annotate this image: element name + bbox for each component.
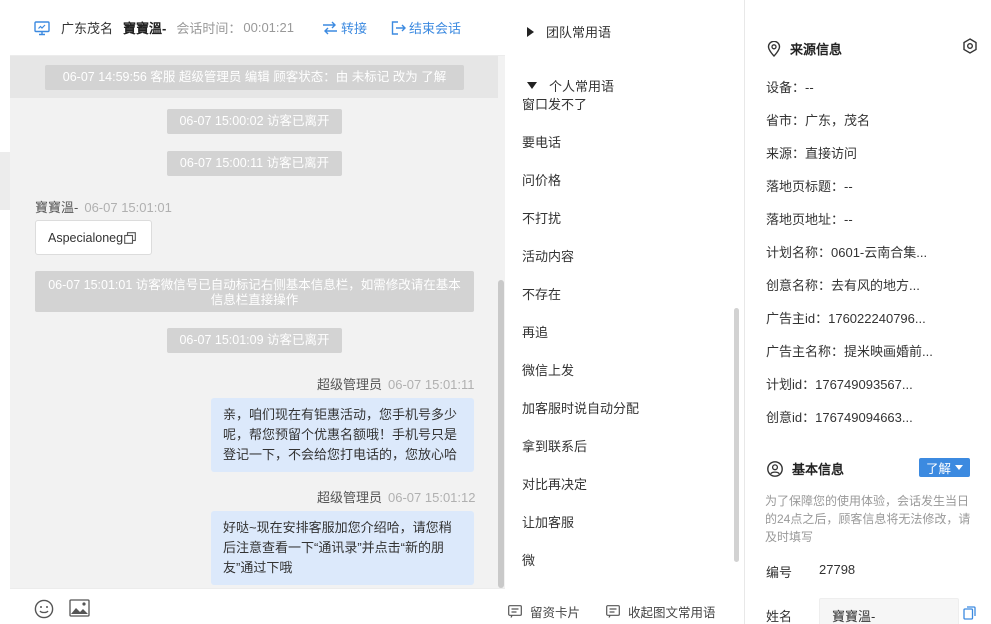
phrase-item[interactable]: 再追 xyxy=(522,322,548,341)
phrase-item[interactable]: 不打扰 xyxy=(522,208,561,227)
card-icon xyxy=(508,605,522,618)
personal-phrases-label: 个人常用语 xyxy=(549,79,615,94)
team-phrases-group[interactable]: 团队常用语 xyxy=(527,22,611,41)
source-field: 广告主名称：提米映画婚前... xyxy=(766,344,933,359)
name-field[interactable]: 寶寶溫- xyxy=(819,598,959,624)
basic-info-title: 基本信息 xyxy=(792,462,845,477)
basic-info-header: 基本信息 xyxy=(767,459,844,478)
copy-icon[interactable] xyxy=(963,606,976,620)
message-time: 06-07 15:01:12 xyxy=(388,490,476,505)
phrase-item[interactable]: 微信上发 xyxy=(522,360,574,379)
quick-phrases-pane: 团队常用语 个人常用语 窗口发不了 要电话 问价格 不打扰 活动内容 不存在 再… xyxy=(506,0,745,624)
system-message: 06-07 15:01:09 访客已离开 xyxy=(167,328,342,353)
phrase-item[interactable]: 对比再决定 xyxy=(522,474,587,493)
phrases-footer: 留资卡片 收起图文常用语 xyxy=(506,596,745,624)
phrase-item[interactable]: 让加客服 xyxy=(522,512,574,531)
gear-icon[interactable] xyxy=(962,38,978,54)
emoji-icon[interactable] xyxy=(34,599,54,619)
card-text: Aspecialoneg xyxy=(48,230,124,245)
chat-header: 广东茂名 寶寶溫- 会话时间： 00:01:21 转接 结束会话 xyxy=(10,0,505,56)
source-field: 设备：-- xyxy=(766,80,814,95)
source-field: 落地页标题：-- xyxy=(766,179,853,194)
phrase-item[interactable]: 窗口发不了 xyxy=(522,94,587,113)
phrase-item[interactable]: 不存在 xyxy=(522,284,561,303)
id-value: 27798 xyxy=(819,562,856,577)
phrase-scrollbar[interactable] xyxy=(734,308,739,562)
message-sender: 超级管理员 xyxy=(317,377,383,392)
agent-message-bubble: 好哒~现在安排客服加您介绍哈，请您稍后注意查看一下“通讯录”并点击“新的朋友”通… xyxy=(211,511,474,585)
transfer-label: 转接 xyxy=(340,21,367,36)
team-phrases-label: 团队常用语 xyxy=(546,25,612,40)
system-message: 06-07 15:01:01 访客微信号已自动标记右侧基本信息栏，如需修改请在基… xyxy=(35,271,474,312)
message-sender: 寶寶溫- xyxy=(35,200,79,215)
image-icon[interactable] xyxy=(69,599,90,617)
agent-message-meta: 超级管理员 06-07 15:01:12 xyxy=(317,487,475,506)
source-field: 创意名称：去有风的地方... xyxy=(766,278,920,293)
phrase-item[interactable]: 问价格 xyxy=(522,170,561,189)
id-label: 编号 xyxy=(766,565,793,580)
collapse-phrases-label: 收起图文常用语 xyxy=(628,606,716,620)
source-field: 省市：广东，茂名 xyxy=(766,113,871,128)
location-pin-icon xyxy=(767,40,781,57)
left-edge-strip xyxy=(0,152,10,210)
caret-right-icon xyxy=(527,26,534,37)
personal-phrases-group[interactable]: 个人常用语 xyxy=(527,76,614,95)
message-sender: 超级管理员 xyxy=(317,490,383,505)
chat-toolbar xyxy=(10,588,505,624)
source-field: 来源：直接访问 xyxy=(766,146,858,161)
visitor-message-meta: 寶寶溫- 06-07 15:01:01 xyxy=(35,197,172,216)
phrase-item[interactable]: 加客服时说自动分配 xyxy=(522,398,639,417)
agent-message-bubble: 亲，咱们现在有钜惠活动，您手机号多少呢，帮您预留个优惠名额哦！手机号只是登记一下… xyxy=(211,398,474,472)
collapse-icon xyxy=(606,605,620,618)
visitor-card-message[interactable]: Aspecialoneg xyxy=(35,220,152,255)
message-time: 06-07 15:01:11 xyxy=(388,377,475,392)
source-field: 广告主id：176022240796... xyxy=(766,311,926,326)
exit-icon xyxy=(391,20,406,35)
lead-card-label: 留资卡片 xyxy=(530,606,581,620)
source-field: 落地页地址：-- xyxy=(766,212,853,227)
chat-scrollbar[interactable] xyxy=(498,280,504,588)
message-time: 06-07 15:01:01 xyxy=(84,200,172,215)
lead-card-button[interactable]: 留资卡片 xyxy=(508,602,580,621)
source-field: 计划名称：0601-云南合集... xyxy=(766,245,928,260)
customer-status-dropdown[interactable]: 了解 xyxy=(919,458,970,477)
phrase-item[interactable]: 拿到联系后 xyxy=(522,436,587,455)
visitor-name: 寶寶溫- xyxy=(123,21,167,36)
source-field: 计划id：176749093567... xyxy=(766,377,913,392)
user-icon xyxy=(767,460,783,477)
system-message: 06-07 14:59:56 客服 超级管理员 编辑 顾客状态：由 未标记 改为… xyxy=(45,65,464,90)
agent-message-meta: 超级管理员 06-07 15:01:11 xyxy=(317,374,475,393)
visitor-info-pane: 来源信息 设备：-- 省市：广东，茂名 来源：直接访问 落地页标题：-- 落地页… xyxy=(746,0,991,624)
source-field: 创意id：176749094663... xyxy=(766,410,913,425)
caret-down-icon xyxy=(527,82,537,89)
end-session-button[interactable]: 结束会话 xyxy=(391,18,461,37)
chat-pane: 广东茂名 寶寶溫- 会话时间： 00:01:21 转接 结束会话 06-07 1… xyxy=(10,0,505,624)
message-list[interactable]: 06-07 14:59:56 客服 超级管理员 编辑 顾客状态：由 未标记 改为… xyxy=(10,56,505,588)
caret-down-icon xyxy=(955,465,963,470)
monitor-icon xyxy=(34,20,50,35)
phrase-item[interactable]: 微 xyxy=(522,550,535,569)
transfer-button[interactable]: 转接 xyxy=(322,18,367,37)
edit-notice: 为了保障您的使用体验，会话发生当日的24点之后，顾客信息将无法修改，请及时填写 xyxy=(765,494,971,544)
session-time-value: 00:01:21 xyxy=(243,20,294,35)
visitor-region: 广东茂名 xyxy=(61,21,114,36)
collapse-phrases-button[interactable]: 收起图文常用语 xyxy=(606,602,716,621)
end-session-label: 结束会话 xyxy=(409,21,462,36)
name-label: 姓名 xyxy=(766,609,793,624)
source-info-title: 来源信息 xyxy=(790,42,843,57)
system-message: 06-07 15:00:02 访客已离开 xyxy=(167,109,342,134)
source-info-header: 来源信息 xyxy=(767,39,842,58)
transfer-icon xyxy=(322,21,337,34)
system-message: 06-07 15:00:11 访客已离开 xyxy=(167,151,342,176)
phrase-item[interactable]: 要电话 xyxy=(522,132,561,151)
copy-icon[interactable] xyxy=(124,231,136,244)
session-time-label: 会话时间： xyxy=(176,21,242,36)
customer-status-label: 了解 xyxy=(925,462,951,476)
phrase-item[interactable]: 活动内容 xyxy=(522,246,574,265)
